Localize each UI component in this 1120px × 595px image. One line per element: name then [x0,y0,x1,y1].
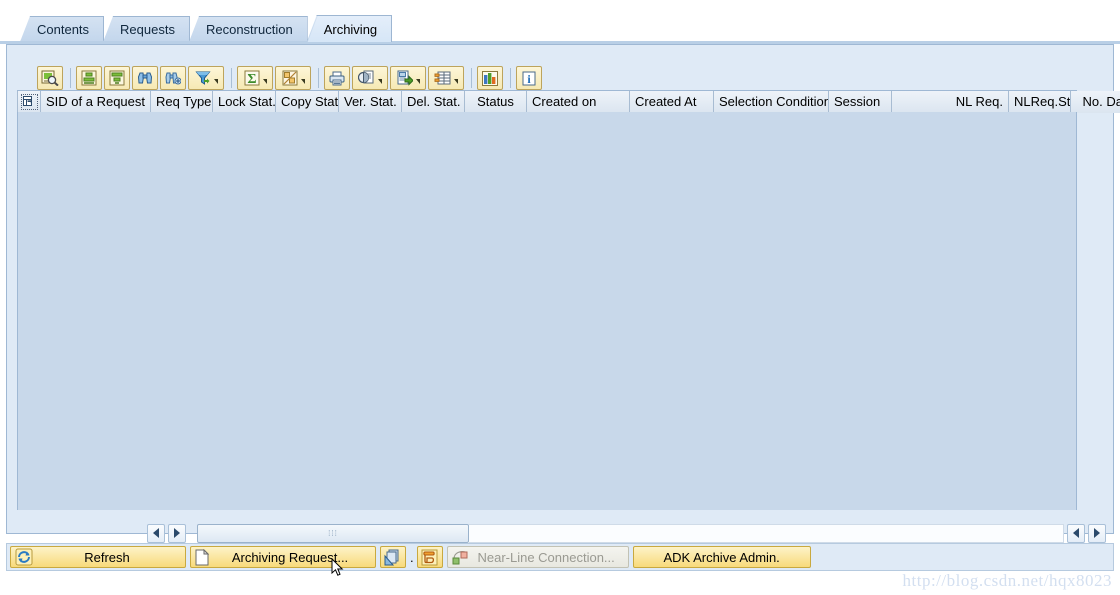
info-button[interactable]: i [516,66,542,90]
button-separator-dot: . [410,549,414,565]
total-sum-sigma-icon: Σ [244,70,260,86]
subtotal-icon [282,70,298,86]
graphic-chart-button[interactable] [477,66,503,90]
archiving-request-button[interactable]: Archiving Request... [190,546,376,568]
copy-requests-button[interactable] [380,546,406,568]
find-binoculars-icon [137,70,153,86]
table-layout-button[interactable] [428,66,464,90]
toolbar-separator [471,68,472,88]
dropdown-arrow-icon[interactable] [300,79,305,84]
toolbar-separator [70,68,71,88]
archiving-panel: Σi SID of a Request Req Type Lock Stat. Cop… [6,44,1120,543]
column-header-status[interactable]: Status [465,91,527,113]
toolbar-separator [510,68,511,88]
grid-header-row: SID of a Request Req Type Lock Stat. Copy S… [17,90,1120,113]
column-header-created-on[interactable]: Created on [527,91,630,113]
near-line-connection-button: Near-Line Connection... [446,546,629,568]
sort-descending-button[interactable] [104,66,130,90]
dropdown-arrow-icon[interactable] [262,79,267,84]
refresh-icon [15,548,33,566]
column-header-lock-stat[interactable]: Lock Stat. [213,91,276,113]
scrollbar-right-buttons [1067,523,1109,543]
document-page-icon [195,548,209,566]
sap-alv-archiving-screen: Contents Requests Reconstruction Archiving … [0,0,1120,595]
column-header-copy-stat[interactable]: Copy Stat. [276,91,339,113]
filter-funnel-button[interactable] [188,66,224,90]
column-header-created-at[interactable]: Created At [630,91,714,113]
dropdown-arrow-icon[interactable] [454,79,458,84]
find-binoculars-button[interactable] [132,66,158,90]
column-header-nlreq-st[interactable]: NLReq.St [1009,91,1071,113]
print-icon [329,71,345,86]
tabstrip: Contents Requests Reconstruction Archiving [0,14,1120,42]
info-icon: i [522,71,536,86]
scrollbar-left-spacer [17,522,147,544]
toolbar-separator [231,68,232,88]
column-header-del-stat[interactable]: Del. Stat. [402,91,465,113]
sort-descending-icon [109,70,125,86]
copy-requests-icon [384,549,401,566]
near-line-connection-icon [452,549,469,565]
column-header-selection-condition[interactable]: Selection Condition [714,91,829,113]
grid-horizontal-scrollbar: ⁞⁞⁞ [17,522,1109,544]
export-local-file-button[interactable] [390,66,426,90]
sort-ascending-button[interactable] [76,66,102,90]
scroll-right-icon[interactable] [168,523,186,543]
column-header-req-type[interactable]: Req Type [151,91,213,113]
scrollbar-track[interactable] [469,523,1064,543]
tab-contents[interactable]: Contents [20,16,105,42]
dropdown-arrow-icon[interactable] [415,79,420,84]
scroll-left-icon[interactable] [147,523,165,543]
subtotal-button[interactable] [275,66,311,90]
column-header-sid-of-a-request[interactable]: SID of a Request [41,91,151,113]
button-label: Refresh [84,549,130,565]
table-layout-icon [434,71,451,86]
scrollbar-thumb[interactable]: ⁞⁞⁞ [197,523,469,543]
column-header-session[interactable]: Session [829,91,892,113]
toolbar-separator [318,68,319,88]
watermark-url: http://blog.csdn.net/hqx8023 [902,571,1112,590]
print-button[interactable] [324,66,350,90]
tab-list: Contents Requests Reconstruction Archiving [20,14,393,42]
scrollbar-grip: ⁞⁞⁞ [328,528,338,538]
export-local-file-icon [397,70,413,86]
print-preview-button[interactable] [352,66,388,90]
dropdown-arrow-icon[interactable] [213,79,218,84]
adk-archive-admin-button[interactable]: ADK Archive Admin. [632,546,811,568]
log-scroll-icon [421,549,438,566]
total-sum-sigma-button[interactable]: Σ [237,66,273,90]
svg-text:Σ: Σ [247,72,256,86]
alv-grid: SID of a Request Req Type Lock Stat. Copy S… [17,90,1120,532]
tab-archiving[interactable]: Archiving [306,15,393,42]
select-all-corner-cell[interactable] [17,91,41,113]
log-scroll-button[interactable] [416,546,443,568]
alv-toolbar: Σi [37,65,544,91]
dropdown-arrow-icon[interactable] [378,79,382,84]
filter-funnel-icon [194,70,211,86]
bottom-button-bar: Refresh Archiving Request.... Near-Line Co… [6,543,1114,571]
grid-body-empty[interactable] [17,112,1077,510]
column-header-no-da[interactable]: No. Da [1071,91,1120,113]
sort-ascending-icon [81,70,97,86]
find-next-binoculars-icon [165,70,181,86]
refresh-button[interactable]: Refresh [10,546,186,568]
details-magnifier-icon [41,70,59,86]
print-preview-icon [358,70,375,86]
tab-requests[interactable]: Requests [103,16,190,42]
find-next-binoculars-button[interactable] [160,66,186,90]
select-all-icon [20,94,38,110]
scroll-left-end-icon[interactable] [1067,523,1085,543]
tab-reconstruction[interactable]: Reconstruction [188,16,308,42]
button-label: Near-Line Connection... [477,549,615,565]
scroll-right-end-icon[interactable] [1088,523,1106,543]
button-label: ADK Archive Admin. [663,549,780,565]
column-header-ver-stat[interactable]: Ver. Stat. [339,91,402,113]
button-label: Archiving Request... [231,549,349,565]
graphic-chart-icon [482,70,498,86]
details-magnifier-button[interactable] [37,66,63,90]
column-header-nl-req[interactable]: NL Req. [892,91,1009,113]
